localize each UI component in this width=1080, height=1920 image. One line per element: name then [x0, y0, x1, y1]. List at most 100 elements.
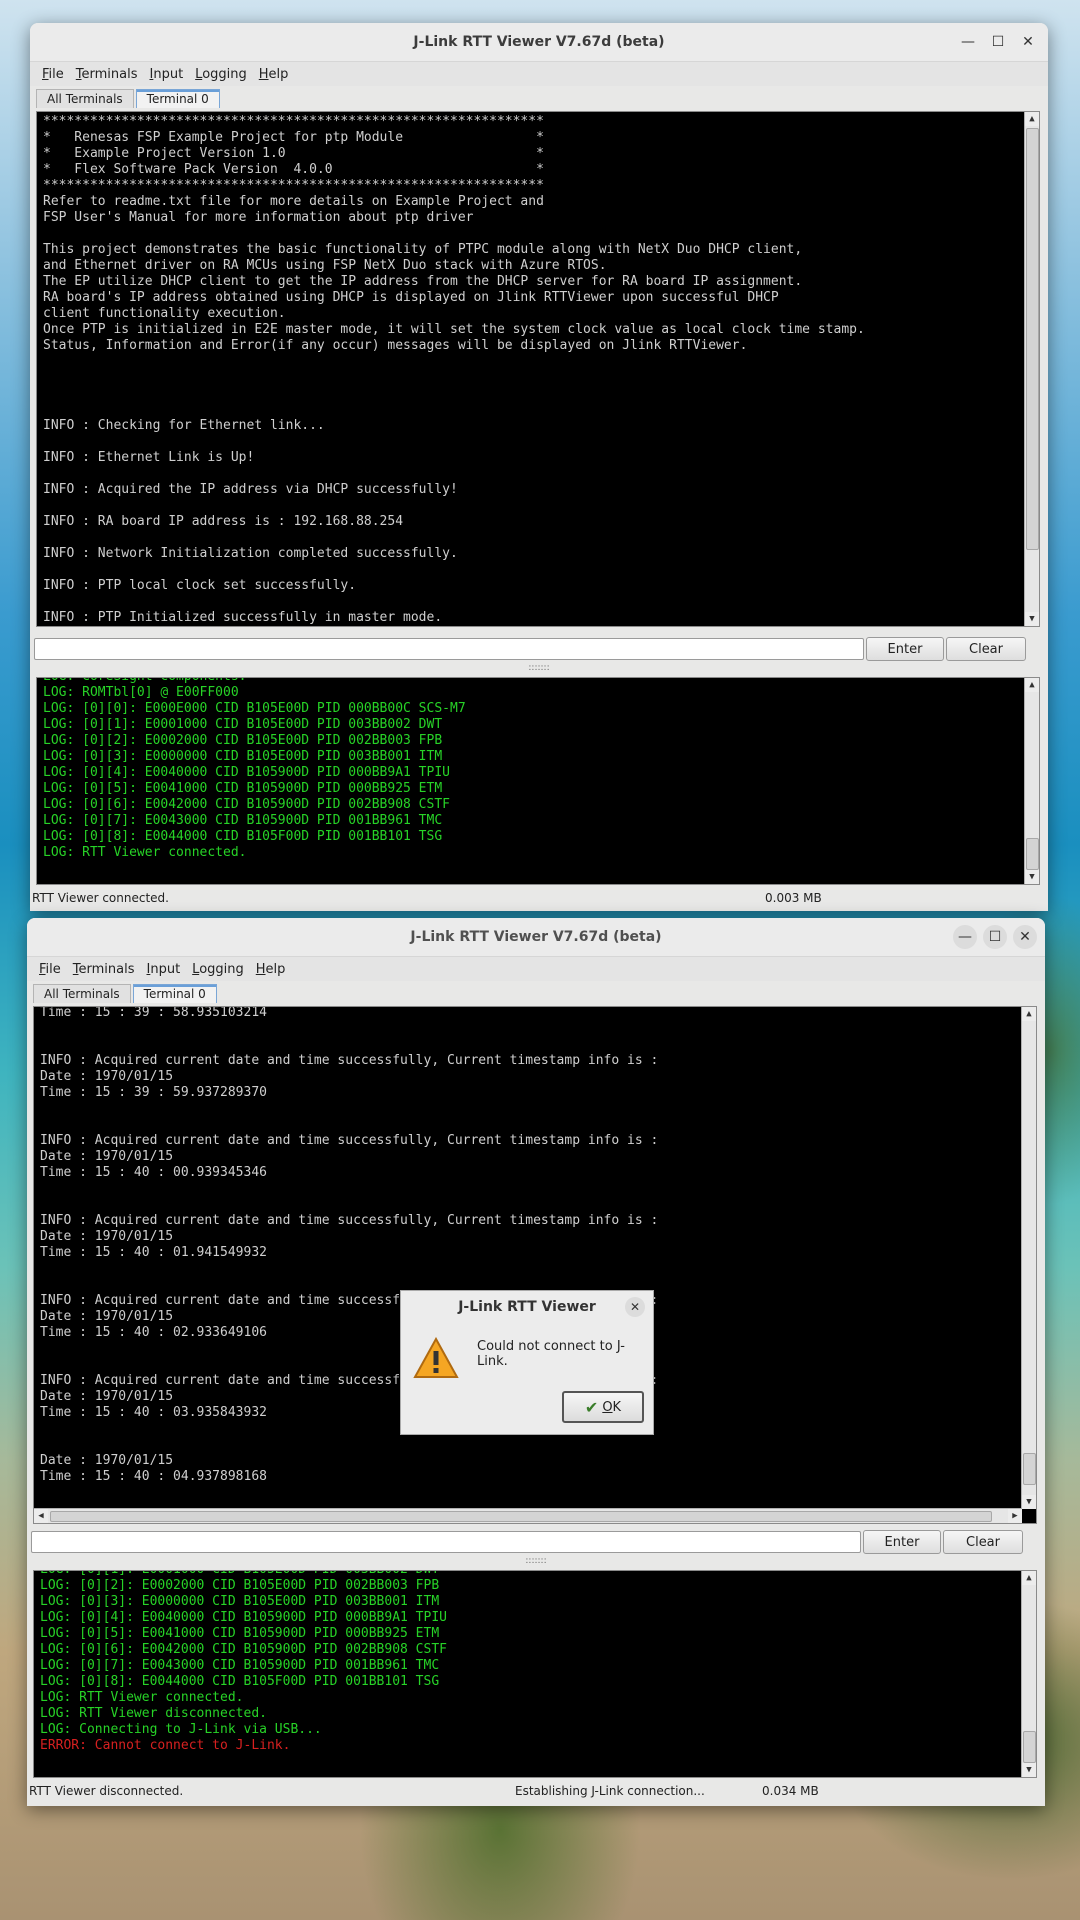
terminal-line: INFO : PTP local clock set successfully. [43, 578, 357, 593]
vertical-scrollbar[interactable]: ▲ ▼ [1024, 112, 1039, 626]
input-field[interactable] [34, 638, 864, 660]
tab-all-terminals[interactable]: All Terminals [33, 984, 131, 1003]
terminal-line: Time : 15 : 40 : 04.937898168 [40, 1469, 267, 1484]
terminal-line: ****************************************… [43, 114, 544, 129]
clear-button[interactable]: Clear [946, 637, 1026, 661]
scroll-down-icon[interactable]: ▼ [1025, 612, 1039, 626]
log-line: LOG: [0][1]: E0001000 CID B105E00D PID 0… [40, 1571, 447, 1578]
log-line: LOG: [0][0]: E000E000 CID B105E00D PID 0… [43, 701, 466, 716]
menu-input[interactable]: Input [141, 962, 187, 977]
terminal-line: INFO : Acquired the IP address via DHCP … [43, 482, 458, 497]
menu-terminals[interactable]: Terminals [67, 962, 141, 977]
scroll-down-icon[interactable]: ▼ [1022, 1495, 1036, 1509]
terminal-line: INFO : Network Initialization completed … [43, 546, 458, 561]
log-line: LOG: RTT Viewer connected. [43, 845, 247, 860]
window-title: J-Link RTT Viewer V7.67d (beta) [410, 929, 662, 945]
log-output[interactable]: LOG: [0][1]: E0001000 CID B105E00D PID 0… [33, 1570, 1037, 1778]
terminal-tabs: All Terminals Terminal 0 [27, 981, 1045, 1003]
terminal-line: INFO : PTP Initialized successfully in m… [43, 610, 443, 625]
menu-logging[interactable]: Logging [189, 67, 253, 82]
log-vertical-scrollbar[interactable]: ▲ ▼ [1024, 678, 1039, 884]
tab-terminal-0[interactable]: Terminal 0 [132, 984, 217, 1003]
log-scroll-up-icon[interactable]: ▲ [1025, 678, 1039, 692]
scroll-up-icon[interactable]: ▲ [1025, 112, 1039, 126]
log-line: LOG: Connecting to J-Link via USB... [40, 1722, 322, 1737]
scroll-thumb[interactable] [1026, 128, 1039, 550]
terminal-line: Time : 15 : 39 : 59.937289370 [40, 1085, 267, 1100]
log-scroll-thumb[interactable] [1023, 1731, 1036, 1763]
tab-all-terminals[interactable]: All Terminals [36, 89, 134, 108]
terminal-line: Date : 1970/01/15 [40, 1149, 174, 1164]
status-text: RTT Viewer disconnected. [29, 1784, 184, 1798]
terminal-line: INFO : Acquired current date and time su… [40, 1053, 659, 1068]
log-line: LOG: RTT Viewer connected. [40, 1690, 244, 1705]
menu-help[interactable]: Help [250, 962, 292, 977]
terminal-line: Once PTP is initialized in E2E master mo… [43, 322, 865, 337]
log-scroll-thumb[interactable] [1026, 838, 1039, 870]
terminal-line: * Flex Software Pack Version 4.0.0 * [43, 162, 544, 177]
enter-button[interactable]: Enter [863, 1530, 941, 1554]
terminal-line: INFO : Acquired current date and time su… [40, 1213, 659, 1228]
tab-terminal-0[interactable]: Terminal 0 [135, 89, 220, 108]
log-line: LOG: [0][2]: E0002000 CID B105E00D PID 0… [40, 1578, 440, 1593]
terminal-output[interactable]: ****************************************… [36, 111, 1040, 627]
log-scroll-up-icon[interactable]: ▲ [1022, 1571, 1036, 1585]
ok-button[interactable]: ✔ OK [562, 1391, 644, 1423]
menu-logging[interactable]: Logging [186, 962, 250, 977]
status-size: 0.003 MB [765, 891, 822, 905]
horizontal-scrollbar[interactable]: ◀ ▶ [34, 1508, 1022, 1523]
maximize-icon[interactable]: ☐ [986, 30, 1010, 54]
log-scroll-down-icon[interactable]: ▼ [1025, 870, 1039, 884]
splitter-handle[interactable]: ::::::: [30, 663, 1048, 673]
ok-label: OK [602, 1399, 622, 1415]
close-icon[interactable]: ✕ [1016, 30, 1040, 54]
vertical-scrollbar[interactable]: ▲ ▼ [1021, 1007, 1036, 1509]
title-bar[interactable]: J-Link RTT Viewer V7.67d (beta) — ☐ ✕ [30, 23, 1048, 62]
log-vertical-scrollbar[interactable]: ▲ ▼ [1021, 1571, 1036, 1777]
title-bar[interactable]: J-Link RTT Viewer V7.67d (beta) — ☐ ✕ [27, 918, 1045, 957]
status-connection: Establishing J-Link connection... [515, 1784, 705, 1798]
log-line: LOG: [0][3]: E0000000 CID B105E00D PID 0… [43, 749, 443, 764]
input-field[interactable] [31, 1531, 861, 1553]
horizontal-scroll-thumb[interactable] [50, 1511, 992, 1522]
input-row: Enter Clear [31, 1530, 1043, 1554]
terminal-line: INFO : Acquired current date and time su… [40, 1133, 659, 1148]
splitter-handle[interactable]: ::::::: [27, 1556, 1045, 1566]
log-line: LOG: [0][7]: E0043000 CID B105900D PID 0… [40, 1658, 440, 1673]
terminal-line: Date : 1970/01/15 [40, 1069, 174, 1084]
terminal-line: INFO : Ethernet Link is Up! [43, 450, 255, 465]
scroll-up-icon[interactable]: ▲ [1022, 1007, 1036, 1021]
menu-file[interactable]: File [36, 67, 70, 82]
log-output[interactable]: LOG: CoreSight components:LOG: ROMTbl[0]… [36, 677, 1040, 885]
log-scroll-down-icon[interactable]: ▼ [1022, 1763, 1036, 1777]
clear-button[interactable]: Clear [943, 1530, 1023, 1554]
terminal-output[interactable]: Time : 15 : 39 : 58.935103214 INFO : Acqu… [33, 1006, 1037, 1524]
minimize-icon[interactable]: — [956, 30, 980, 54]
dialog-title-bar[interactable]: J-Link RTT Viewer ✕ [401, 1291, 653, 1323]
menu-file[interactable]: File [33, 962, 67, 977]
close-icon[interactable]: ✕ [1013, 925, 1037, 949]
minimize-icon[interactable]: — [953, 925, 977, 949]
menu-terminals[interactable]: Terminals [70, 67, 144, 82]
menu-help[interactable]: Help [253, 67, 295, 82]
scroll-left-icon[interactable]: ◀ [34, 1509, 48, 1523]
terminal-line: * Renesas FSP Example Project for ptp Mo… [43, 130, 544, 145]
scroll-right-icon[interactable]: ▶ [1008, 1509, 1022, 1523]
rtt-viewer-window-1: J-Link RTT Viewer V7.67d (beta) — ☐ ✕ Fi… [30, 23, 1048, 911]
menu-input[interactable]: Input [144, 67, 190, 82]
dialog-close-icon[interactable]: ✕ [625, 1297, 645, 1317]
terminal-tabs: All Terminals Terminal 0 [30, 86, 1048, 108]
scroll-thumb[interactable] [1023, 1453, 1036, 1485]
log-line: LOG: [0][3]: E0000000 CID B105E00D PID 0… [40, 1594, 440, 1609]
log-line: LOG: [0][4]: E0040000 CID B105900D PID 0… [40, 1610, 447, 1625]
enter-button[interactable]: Enter [866, 637, 944, 661]
maximize-icon[interactable]: ☐ [983, 925, 1007, 949]
status-size: 0.034 MB [762, 1784, 819, 1798]
